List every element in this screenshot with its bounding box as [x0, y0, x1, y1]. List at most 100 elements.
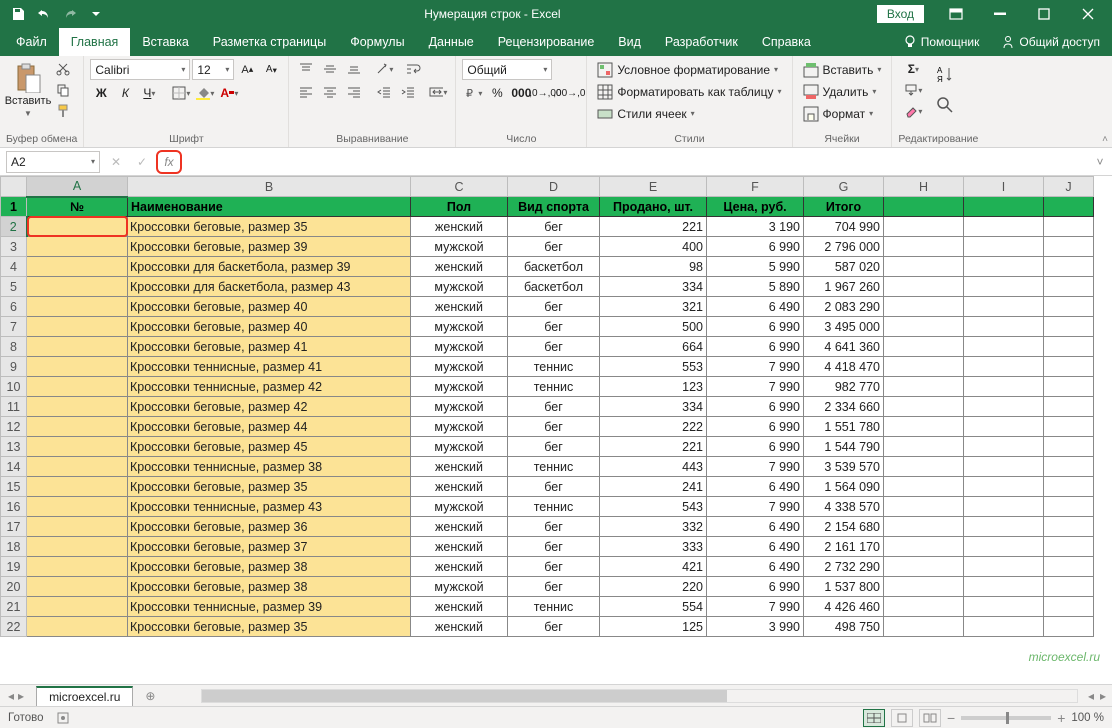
- row-header[interactable]: 22: [1, 617, 27, 637]
- cell[interactable]: 2 154 680: [804, 517, 884, 537]
- cell[interactable]: 6 990: [707, 577, 804, 597]
- cell[interactable]: 1 967 260: [804, 277, 884, 297]
- cell[interactable]: мужской: [411, 417, 508, 437]
- cell[interactable]: 6 490: [707, 477, 804, 497]
- cell[interactable]: 421: [600, 557, 707, 577]
- close-icon[interactable]: [1068, 0, 1108, 28]
- increase-indent-button[interactable]: [397, 82, 419, 102]
- cell[interactable]: бег: [508, 577, 600, 597]
- tab-formulas[interactable]: Формулы: [338, 28, 416, 56]
- cell[interactable]: мужской: [411, 337, 508, 357]
- cell[interactable]: 982 770: [804, 377, 884, 397]
- cell[interactable]: 7 990: [707, 357, 804, 377]
- select-all-corner[interactable]: [1, 177, 27, 197]
- cell[interactable]: 3 990: [707, 617, 804, 637]
- row-header[interactable]: 8: [1, 337, 27, 357]
- cell[interactable]: бег: [508, 317, 600, 337]
- tab-view[interactable]: Вид: [606, 28, 653, 56]
- copy-button[interactable]: [52, 80, 74, 100]
- table-header-row[interactable]: 1 № Наименование Пол Вид спорта Продано,…: [1, 197, 1094, 217]
- cell[interactable]: Кроссовки беговые, размер 40: [128, 297, 411, 317]
- cell[interactable]: Кроссовки беговые, размер 39: [128, 237, 411, 257]
- cell[interactable]: [27, 537, 128, 557]
- tab-developer[interactable]: Разработчик: [653, 28, 750, 56]
- row-header[interactable]: 16: [1, 497, 27, 517]
- cell[interactable]: теннис: [508, 357, 600, 377]
- cell[interactable]: баскетбол: [508, 277, 600, 297]
- cell[interactable]: Кроссовки теннисные, размер 42: [128, 377, 411, 397]
- row-header[interactable]: 3: [1, 237, 27, 257]
- redo-icon[interactable]: [58, 2, 82, 26]
- align-bottom-button[interactable]: [343, 59, 365, 79]
- cell[interactable]: Кроссовки для баскетбола, размер 43: [128, 277, 411, 297]
- table-row[interactable]: 16Кроссовки теннисные, размер 43мужскойт…: [1, 497, 1094, 517]
- cell[interactable]: [27, 477, 128, 497]
- cell[interactable]: 6 490: [707, 517, 804, 537]
- cell[interactable]: 2 732 290: [804, 557, 884, 577]
- row-header[interactable]: 15: [1, 477, 27, 497]
- cell[interactable]: 332: [600, 517, 707, 537]
- cell[interactable]: 664: [600, 337, 707, 357]
- currency-button[interactable]: ₽▾: [462, 83, 484, 103]
- cut-button[interactable]: [52, 59, 74, 79]
- cell[interactable]: [27, 237, 128, 257]
- tab-insert[interactable]: Вставка: [130, 28, 200, 56]
- cell[interactable]: 98: [600, 257, 707, 277]
- table-row[interactable]: 17Кроссовки беговые, размер 36женскийбег…: [1, 517, 1094, 537]
- cell[interactable]: мужской: [411, 377, 508, 397]
- cell[interactable]: 553: [600, 357, 707, 377]
- cell[interactable]: [27, 317, 128, 337]
- maximize-icon[interactable]: [1024, 0, 1064, 28]
- cell[interactable]: 220: [600, 577, 707, 597]
- cell[interactable]: 2 334 660: [804, 397, 884, 417]
- cell[interactable]: женский: [411, 557, 508, 577]
- cell[interactable]: 7 990: [707, 457, 804, 477]
- sheet-nav-next-icon[interactable]: ▸: [18, 689, 24, 703]
- tab-review[interactable]: Рецензирование: [486, 28, 607, 56]
- cell[interactable]: теннис: [508, 597, 600, 617]
- cell[interactable]: теннис: [508, 497, 600, 517]
- decrease-decimal-button[interactable]: ,00→,0: [558, 83, 580, 103]
- cell[interactable]: Кроссовки теннисные, размер 39: [128, 597, 411, 617]
- row-header[interactable]: 7: [1, 317, 27, 337]
- align-top-button[interactable]: [295, 59, 317, 79]
- bold-button[interactable]: Ж: [90, 83, 112, 103]
- row-header[interactable]: 2: [1, 217, 27, 237]
- cell[interactable]: 1 537 800: [804, 577, 884, 597]
- cell[interactable]: мужской: [411, 237, 508, 257]
- table-row[interactable]: 18Кроссовки беговые, размер 37женскийбег…: [1, 537, 1094, 557]
- cell[interactable]: бег: [508, 217, 600, 237]
- align-center-button[interactable]: [319, 82, 341, 102]
- borders-button[interactable]: ▾: [170, 83, 192, 103]
- sheet-tab[interactable]: microexcel.ru: [36, 686, 133, 706]
- increase-font-button[interactable]: A▴: [236, 60, 258, 80]
- table-row[interactable]: 11Кроссовки беговые, размер 42мужскойбег…: [1, 397, 1094, 417]
- cell[interactable]: 6 990: [707, 337, 804, 357]
- col-header-f[interactable]: F: [707, 177, 804, 197]
- insert-function-button[interactable]: fx: [156, 150, 182, 174]
- find-select-button[interactable]: [930, 90, 960, 120]
- name-box[interactable]: A2▾: [6, 151, 100, 173]
- table-row[interactable]: 20Кроссовки беговые, размер 38мужскойбег…: [1, 577, 1094, 597]
- cell[interactable]: бег: [508, 557, 600, 577]
- cell[interactable]: 7 990: [707, 377, 804, 397]
- row-header[interactable]: 11: [1, 397, 27, 417]
- zoom-level[interactable]: 100 %: [1071, 712, 1104, 724]
- table-row[interactable]: 4Кроссовки для баскетбола, размер 39женс…: [1, 257, 1094, 277]
- cell[interactable]: [27, 397, 128, 417]
- cell[interactable]: бег: [508, 417, 600, 437]
- row-header[interactable]: 13: [1, 437, 27, 457]
- conditional-format-button[interactable]: Условное форматирование▾: [593, 59, 785, 80]
- sort-filter-button[interactable]: АЯ: [930, 59, 960, 89]
- qat-customize-icon[interactable]: [84, 2, 108, 26]
- clear-button[interactable]: ▾: [898, 101, 928, 121]
- cell[interactable]: мужской: [411, 277, 508, 297]
- tab-home[interactable]: Главная: [59, 28, 131, 56]
- cell[interactable]: [27, 297, 128, 317]
- cell[interactable]: 6 990: [707, 317, 804, 337]
- cell[interactable]: 400: [600, 237, 707, 257]
- cell[interactable]: [27, 337, 128, 357]
- cell[interactable]: мужской: [411, 497, 508, 517]
- percent-button[interactable]: %: [486, 83, 508, 103]
- cell[interactable]: бег: [508, 537, 600, 557]
